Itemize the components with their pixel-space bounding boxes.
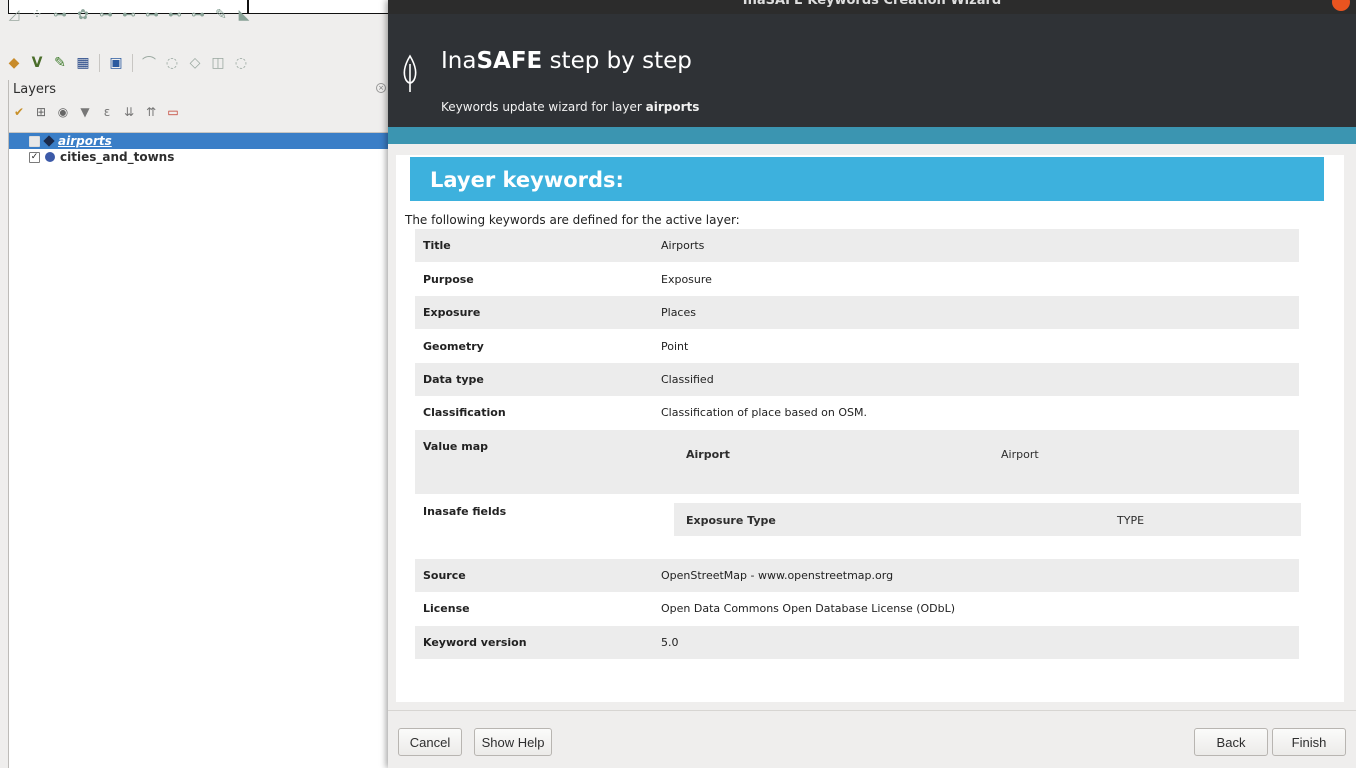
layer-tree: airports ✓ cities_and_towns <box>9 132 389 768</box>
bezier-icon[interactable]: ◌ <box>162 53 182 73</box>
table-row: License Open Data Commons Open Database … <box>415 592 1299 625</box>
vertex-tool-icon[interactable]: V <box>27 53 47 73</box>
processing-icon[interactable]: ▣ <box>106 53 126 73</box>
layer-visibility-checkbox[interactable] <box>29 135 40 147</box>
finish-button[interactable]: Finish <box>1272 728 1346 756</box>
table-row: Keyword version 5.0 <box>415 626 1299 659</box>
section-title: Layer keywords: <box>410 157 1324 201</box>
wizard-subtitle: Keywords update wizard for layer airport… <box>441 100 700 114</box>
wizard-header: InaSAFE step by step Keywords update wiz… <box>388 14 1356 127</box>
show-help-button[interactable]: Show Help <box>474 728 552 756</box>
layers-panel-toolbar: ✔ ⊞ ◉ ▼ ε ⇊ ⇈ ▭ <box>11 104 181 120</box>
keyword-value: Point <box>661 340 689 353</box>
add-group-icon[interactable]: ⊞ <box>33 104 49 120</box>
layers-panel-title: Layers <box>13 82 57 97</box>
toolbar-separator <box>99 54 100 72</box>
add-feature-icon[interactable]: ⊶ <box>50 5 70 25</box>
keyword-value: Exposure <box>661 273 712 286</box>
remove-layer-icon[interactable]: ▭ <box>165 104 181 120</box>
vertex-icon[interactable]: ✿ <box>73 5 93 25</box>
keyword-key: Title <box>423 239 451 252</box>
keyword-value: Open Data Commons Open Database License … <box>661 602 956 615</box>
dialog-window-title: InaSAFE Keywords Creation Wizard <box>742 0 1002 8</box>
footer-divider <box>388 710 1356 711</box>
rotate-icon[interactable]: ⊷ <box>119 5 139 25</box>
back-button[interactable]: Back <box>1194 728 1268 756</box>
plugin-icon[interactable]: ▦ <box>73 53 93 73</box>
filter-icon[interactable]: ▼ <box>77 104 93 120</box>
keyword-value: Classified <box>661 373 714 386</box>
keyword-value: Airports <box>661 239 705 252</box>
split-icon[interactable]: ⊶ <box>142 5 162 25</box>
expression-filter-icon[interactable]: ε <box>99 104 115 120</box>
panel-close-icon[interactable]: × <box>376 83 386 93</box>
extra-icon[interactable]: ◌ <box>231 53 251 73</box>
value-map-class-value: Airport <box>1001 448 1039 461</box>
keyword-key: Data type <box>423 373 484 386</box>
digitizing-toolbar: ◿ ⁘ ⊶ ✿ ⊶ ⊷ ⊶ ⊷ ⊶ ✎ ◣ <box>0 0 388 30</box>
node-tool-icon[interactable]: ⁘ <box>27 5 47 25</box>
keyword-value: Classification of place based on OSM. <box>661 406 867 419</box>
inasafe-field-row: Exposure Type TYPE <box>674 503 1301 536</box>
dialog-titlebar: InaSAFE Keywords Creation Wizard <box>388 0 1356 14</box>
plugins-toolbar: ◆ V ✎ ▦ ▣ ⌒ ◌ ◇ ◫ ◌ <box>0 48 388 78</box>
wizard-title: InaSAFE step by step <box>441 48 692 74</box>
keywords-wizard-dialog: InaSAFE Keywords Creation Wizard InaSAFE… <box>388 0 1356 768</box>
table-row: Exposure Places <box>415 296 1299 329</box>
layer-name: cities_and_towns <box>60 150 175 164</box>
layer-style-icon[interactable]: ◆ <box>4 53 24 73</box>
window-close-icon[interactable] <box>1332 0 1350 11</box>
edit-icon[interactable]: ◣ <box>234 5 254 25</box>
merge-icon[interactable]: ⊷ <box>165 5 185 25</box>
layer-name: airports <box>58 134 112 148</box>
expand-all-icon[interactable]: ⇊ <box>121 104 137 120</box>
inasafe-field-value: TYPE <box>1117 514 1145 527</box>
value-map-row: Airport Airport <box>678 444 1278 464</box>
table-row: Purpose Exposure <box>415 263 1299 296</box>
keyword-value: OpenStreetMap - www.openstreetmap.org <box>661 569 894 582</box>
keyword-key: Classification <box>423 406 506 419</box>
shape-icon[interactable]: ◇ <box>185 53 205 73</box>
table-row: Classification Classification of place b… <box>415 396 1299 429</box>
curve-icon[interactable]: ⌒ <box>139 53 159 73</box>
reshape-icon[interactable]: ⊶ <box>188 5 208 25</box>
layer-item-cities-and-towns[interactable]: ✓ cities_and_towns <box>9 149 389 165</box>
cancel-button[interactable]: Cancel <box>398 728 462 756</box>
keyword-key: Exposure <box>423 306 481 319</box>
inasafe-field-name: Exposure Type <box>686 514 776 527</box>
collapse-all-icon[interactable]: ⇈ <box>143 104 159 120</box>
keyword-key: Purpose <box>423 273 474 286</box>
layer-visibility-checkbox[interactable]: ✓ <box>29 151 40 163</box>
style-manager-icon[interactable]: ✔ <box>11 104 27 120</box>
keyword-value: Places <box>661 306 696 319</box>
table-row: Data type Classified <box>415 363 1299 396</box>
layers-panel: Layers × ✔ ⊞ ◉ ▼ ε ⇊ ⇈ ▭ airports ✓ citi… <box>8 80 389 768</box>
table-row: Title Airports <box>415 229 1299 262</box>
select-icon[interactable]: ◫ <box>208 53 228 73</box>
inasafe-logo-icon <box>403 54 417 92</box>
intro-text: The following keywords are defined for t… <box>405 213 740 227</box>
pen-icon[interactable]: ✎ <box>50 53 70 73</box>
keyword-key: Inasafe fields <box>423 505 507 518</box>
keyword-key: Geometry <box>423 340 484 353</box>
keyword-key: License <box>423 602 470 615</box>
point-diamond-icon <box>43 135 55 147</box>
keyword-key: Source <box>423 569 466 582</box>
digitize-icon[interactable]: ◿ <box>4 5 24 25</box>
keyword-key: Keyword version <box>423 636 527 649</box>
table-row: Source OpenStreetMap - www.openstreetmap… <box>415 559 1299 592</box>
visibility-icon[interactable]: ◉ <box>55 104 71 120</box>
table-row: Geometry Point <box>415 330 1299 363</box>
keyword-key: Value map <box>423 440 488 453</box>
move-icon[interactable]: ⊶ <box>96 5 116 25</box>
keyword-value: 5.0 <box>661 636 679 649</box>
offset-icon[interactable]: ✎ <box>211 5 231 25</box>
value-map-class-name: Airport <box>686 448 730 461</box>
toolbar-separator <box>132 54 133 72</box>
point-circle-icon <box>45 152 55 162</box>
layer-item-airports[interactable]: airports <box>9 133 389 149</box>
header-stripe <box>388 127 1356 144</box>
